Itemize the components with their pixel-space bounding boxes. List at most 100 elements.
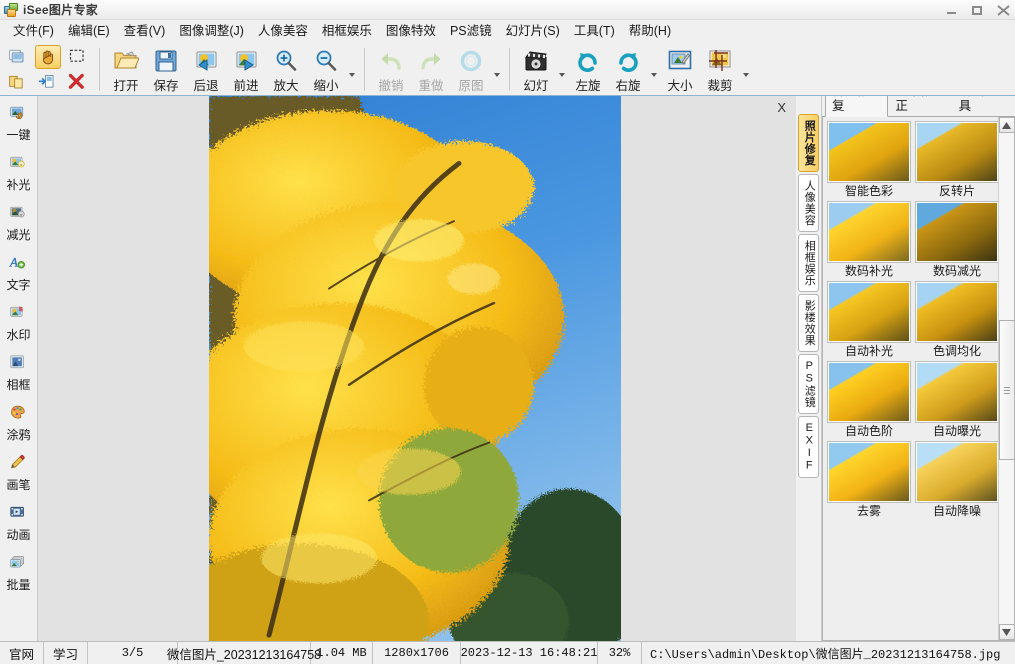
effect-digital-reduce-light[interactable]: 数码减光 xyxy=(915,201,998,279)
sidebar-item-batch-label: 批量 xyxy=(6,578,30,592)
status-datetime: 2023-12-13 16:48:21 xyxy=(461,642,598,664)
close-panel-icon[interactable]: X xyxy=(773,99,790,116)
original-image-button[interactable]: 原图 xyxy=(451,44,491,95)
effect-smart-color-thumbnail[interactable] xyxy=(827,121,911,183)
menu-portrait-beauty[interactable]: 人像美容 xyxy=(251,21,315,41)
status-learn[interactable]: 学习 xyxy=(44,642,88,664)
effect-digital-fill-light[interactable]: 数码补光 xyxy=(827,201,911,279)
effect-dehaze[interactable]: 去雾 xyxy=(827,441,911,519)
crop-button[interactable]: 裁剪 xyxy=(700,44,740,95)
maximize-icon[interactable] xyxy=(969,3,985,17)
move-file-icon[interactable] xyxy=(35,71,61,95)
sidebar-item-brush[interactable]: 画笔 xyxy=(0,450,38,500)
vtab-ps-filters-label: PS滤镜 xyxy=(803,360,815,408)
effect-auto-fill-light[interactable]: 自动补光 xyxy=(827,281,911,359)
effect-auto-levels[interactable]: 自动色阶 xyxy=(827,361,911,439)
vtab-frames-fun[interactable]: 相框娱乐 xyxy=(798,234,819,292)
open-button[interactable]: 打开 xyxy=(106,44,146,95)
effect-auto-levels-thumbnail[interactable] xyxy=(827,361,911,423)
hand-pan-icon[interactable] xyxy=(35,45,61,69)
effect-reversal-film[interactable]: 反转片 xyxy=(915,121,998,199)
chevron-down-icon[interactable] xyxy=(740,44,752,95)
menu-slideshow[interactable]: 幻灯片(S) xyxy=(499,21,567,41)
effect-auto-denoise[interactable]: 自动降噪 xyxy=(915,441,998,519)
menu-edit[interactable]: 编辑(E) xyxy=(61,21,117,41)
sidebar-item-one-click[interactable]: 一键 xyxy=(0,100,38,150)
photo-frame-icon xyxy=(9,351,29,377)
menu-tools[interactable]: 工具(T) xyxy=(567,21,622,41)
chevron-down-icon[interactable] xyxy=(556,44,568,95)
menu-view[interactable]: 查看(V) xyxy=(117,21,173,41)
vtab-photo-repair[interactable]: 照片修复 xyxy=(798,114,819,172)
scrollbar-thumb[interactable] xyxy=(999,320,1015,460)
slideshow-button[interactable]: 幻灯 xyxy=(516,44,556,95)
vtab-portrait-beauty[interactable]: 人像美容 xyxy=(798,174,819,232)
main-body: 一键补光减光A文字水印相框涂鸦画笔动画批量 xyxy=(0,96,1015,641)
effect-reversal-film-thumbnail[interactable] xyxy=(915,121,998,183)
effect-digital-reduce-light-thumbnail[interactable] xyxy=(915,201,998,263)
scroll-down-arrow-icon[interactable] xyxy=(999,624,1015,640)
menu-frames-fun[interactable]: 相框娱乐 xyxy=(315,21,379,41)
image-workspace[interactable]: X xyxy=(38,96,796,641)
resize-button[interactable]: 大小 xyxy=(660,44,700,95)
scrollbar-track[interactable] xyxy=(999,133,1015,624)
effect-digital-fill-light-thumbnail[interactable] xyxy=(827,201,911,263)
effect-auto-denoise-thumbnail[interactable] xyxy=(915,441,998,503)
effects-scrollbar[interactable] xyxy=(998,117,1014,640)
toolbar-group-history: 撤销重做原图 xyxy=(371,44,503,95)
zoom-in-button[interactable]: 放大 xyxy=(266,44,306,95)
redo-button[interactable]: 重做 xyxy=(411,44,451,95)
rotate-left-button[interactable]: 左旋 xyxy=(568,44,608,95)
sidebar-item-fill-light[interactable]: 补光 xyxy=(0,150,38,200)
sidebar-item-doodle[interactable]: 涂鸦 xyxy=(0,400,38,450)
menu-ps-filters[interactable]: PS滤镜 xyxy=(443,21,499,41)
menu-help[interactable]: 帮助(H) xyxy=(622,21,678,41)
film-clapper-icon xyxy=(524,48,548,74)
open-button-label: 打开 xyxy=(113,75,138,94)
chevron-down-icon[interactable] xyxy=(491,44,503,95)
close-icon[interactable] xyxy=(995,3,1011,17)
sidebar-item-frame[interactable]: 相框 xyxy=(0,350,38,400)
crop-image-icon xyxy=(708,48,732,74)
minimize-icon[interactable] xyxy=(943,3,959,17)
photo-image xyxy=(209,96,621,641)
delete-red-x-icon[interactable] xyxy=(65,71,91,95)
rotate-right-button[interactable]: 右旋 xyxy=(608,44,648,95)
menu-file[interactable]: 文件(F) xyxy=(6,21,61,41)
slideshow-button-label: 幻灯 xyxy=(523,75,548,94)
undo-button[interactable]: 撤销 xyxy=(371,44,411,95)
effects-grid: 智能色彩反转片数码补光数码减光自动补光色调均化自动色阶自动曝光去雾自动降噪 xyxy=(823,117,998,640)
chevron-down-icon[interactable] xyxy=(346,44,358,95)
sidebar-item-animation[interactable]: 动画 xyxy=(0,500,38,550)
sidebar-item-reduce-light[interactable]: 减光 xyxy=(0,200,38,250)
vtab-studio-effects[interactable]: 影楼效果 xyxy=(798,294,819,352)
sidebar-item-text[interactable]: A文字 xyxy=(0,250,38,300)
status-official-site[interactable]: 官网 xyxy=(0,642,44,664)
image-canvas[interactable] xyxy=(209,96,621,641)
toolbar-separator xyxy=(99,48,100,91)
effect-smart-color[interactable]: 智能色彩 xyxy=(827,121,911,199)
save-button[interactable]: 保存 xyxy=(146,44,186,95)
chevron-down-icon[interactable] xyxy=(648,44,660,95)
effect-tone-equalize[interactable]: 色调均化 xyxy=(915,281,998,359)
effect-dehaze-thumbnail[interactable] xyxy=(827,441,911,503)
browse-window-icon[interactable] xyxy=(5,45,31,69)
vtab-exif[interactable]: EXIF xyxy=(798,416,819,478)
effect-auto-exposure-thumbnail[interactable] xyxy=(915,361,998,423)
toolbar-separator xyxy=(509,48,510,91)
vtab-frames-fun-label: 相框娱乐 xyxy=(803,240,815,286)
scroll-up-arrow-icon[interactable] xyxy=(999,117,1015,133)
effect-auto-fill-light-thumbnail[interactable] xyxy=(827,281,911,343)
menu-image-effects[interactable]: 图像特效 xyxy=(379,21,443,41)
sidebar-item-watermark[interactable]: 水印 xyxy=(0,300,38,350)
marquee-select-icon[interactable] xyxy=(65,45,91,69)
zoom-out-button[interactable]: 缩小 xyxy=(306,44,346,95)
previous-image-button[interactable]: 后退 xyxy=(186,44,226,95)
copy-files-icon[interactable] xyxy=(5,71,31,95)
effect-auto-exposure[interactable]: 自动曝光 xyxy=(915,361,998,439)
next-image-button[interactable]: 前进 xyxy=(226,44,266,95)
vtab-ps-filters[interactable]: PS滤镜 xyxy=(798,354,819,414)
effect-tone-equalize-thumbnail[interactable] xyxy=(915,281,998,343)
sidebar-item-batch[interactable]: 批量 xyxy=(0,550,38,600)
menu-image-adjust[interactable]: 图像调整(J) xyxy=(172,21,251,41)
